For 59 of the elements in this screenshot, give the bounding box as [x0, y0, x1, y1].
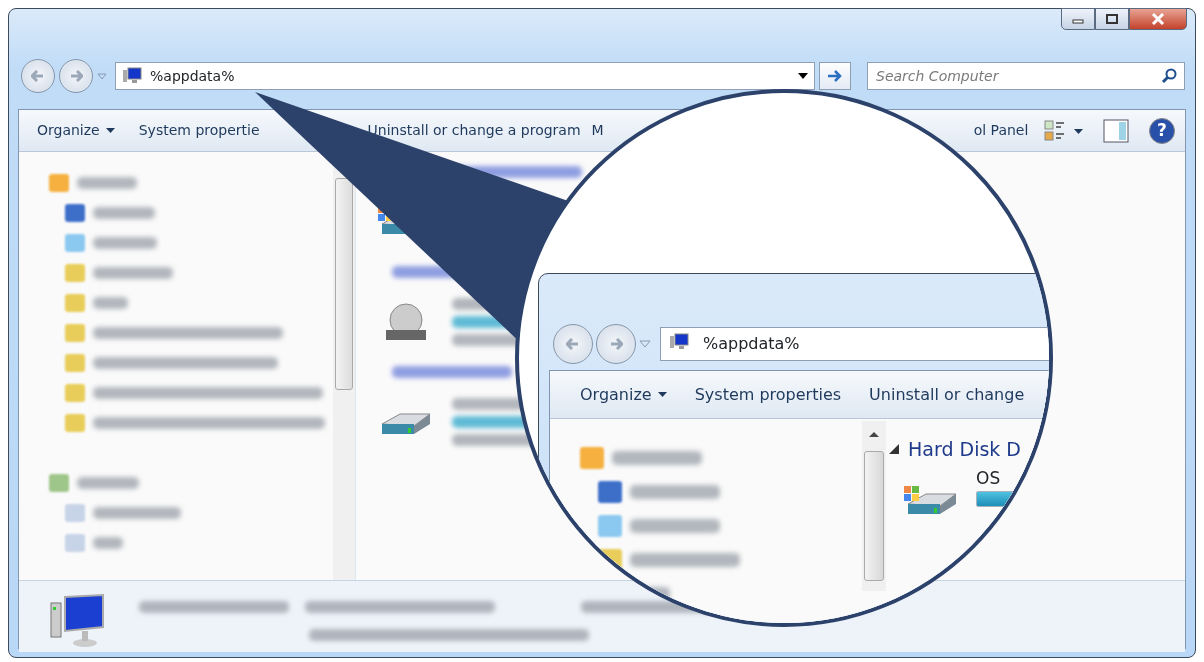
blurred-text	[93, 207, 155, 219]
scroll-thumb[interactable]	[335, 178, 353, 390]
back-button[interactable]	[21, 59, 55, 93]
address-bar[interactable]: %appdata%	[115, 62, 815, 90]
close-icon	[1151, 13, 1165, 25]
views-icon	[1044, 120, 1066, 142]
address-bar[interactable]: %appdata%	[660, 327, 1049, 361]
forward-button[interactable]	[596, 324, 636, 364]
views-button[interactable]	[1044, 120, 1083, 142]
document-icon	[65, 504, 85, 522]
dropdown-icon[interactable]	[97, 72, 107, 80]
maximize-button[interactable]	[1095, 8, 1129, 30]
blurred-text	[93, 537, 123, 549]
desktop-icon	[65, 204, 85, 222]
maximize-icon	[1106, 14, 1118, 24]
collapse-icon[interactable]	[888, 443, 900, 456]
search-field[interactable]: Search Computer	[867, 62, 1185, 90]
folder-icon	[65, 264, 85, 282]
blurred-text	[77, 477, 139, 489]
blurred-text	[93, 237, 157, 249]
blurred-text	[93, 297, 128, 309]
toolbar-button[interactable]: ol Panel	[970, 120, 1032, 141]
toolbar-button[interactable]: Organize	[29, 116, 123, 145]
toolbar-button[interactable]: System properties	[680, 378, 856, 411]
help-button[interactable]: ?	[1149, 118, 1175, 144]
dropdown-icon[interactable]	[639, 340, 651, 348]
arrow-icon	[827, 69, 843, 83]
computer-icon	[122, 67, 142, 85]
library-icon	[49, 474, 69, 492]
drive-label: OS	[976, 466, 1002, 490]
toolbar-button[interactable]: Uninstall or change	[855, 378, 1039, 411]
desktop-icon	[598, 481, 622, 503]
toolbar-button[interactable]: Organize	[566, 378, 681, 411]
dropdown-icon	[798, 73, 808, 79]
forward-arrow-icon	[69, 70, 83, 82]
close-button[interactable]	[1129, 8, 1187, 30]
group-header: Hard Disk D	[908, 437, 1021, 462]
scrollbar[interactable]	[862, 421, 886, 591]
search-icon	[1161, 68, 1177, 84]
folder-icon	[65, 354, 85, 372]
folder-icon	[65, 384, 85, 402]
caret-icon	[1074, 128, 1083, 134]
document-icon	[65, 534, 85, 552]
scroll-thumb[interactable]	[864, 451, 884, 581]
minimize-button[interactable]	[1061, 8, 1095, 30]
blurred-text	[77, 177, 137, 189]
back-arrow-icon	[566, 338, 580, 350]
preview-pane-icon[interactable]	[1103, 119, 1129, 143]
dropbox-icon	[65, 234, 85, 252]
folder-icon	[65, 414, 85, 432]
folder-icon	[65, 294, 85, 312]
forward-arrow-icon	[609, 338, 623, 350]
dropbox-icon	[598, 515, 622, 537]
folder-icon	[65, 324, 85, 342]
toolbar-button[interactable]: System propertie	[130, 116, 268, 145]
back-arrow-icon	[31, 70, 45, 82]
forward-button[interactable]	[59, 59, 93, 93]
go-button[interactable]	[819, 62, 851, 90]
back-button[interactable]	[553, 324, 593, 364]
